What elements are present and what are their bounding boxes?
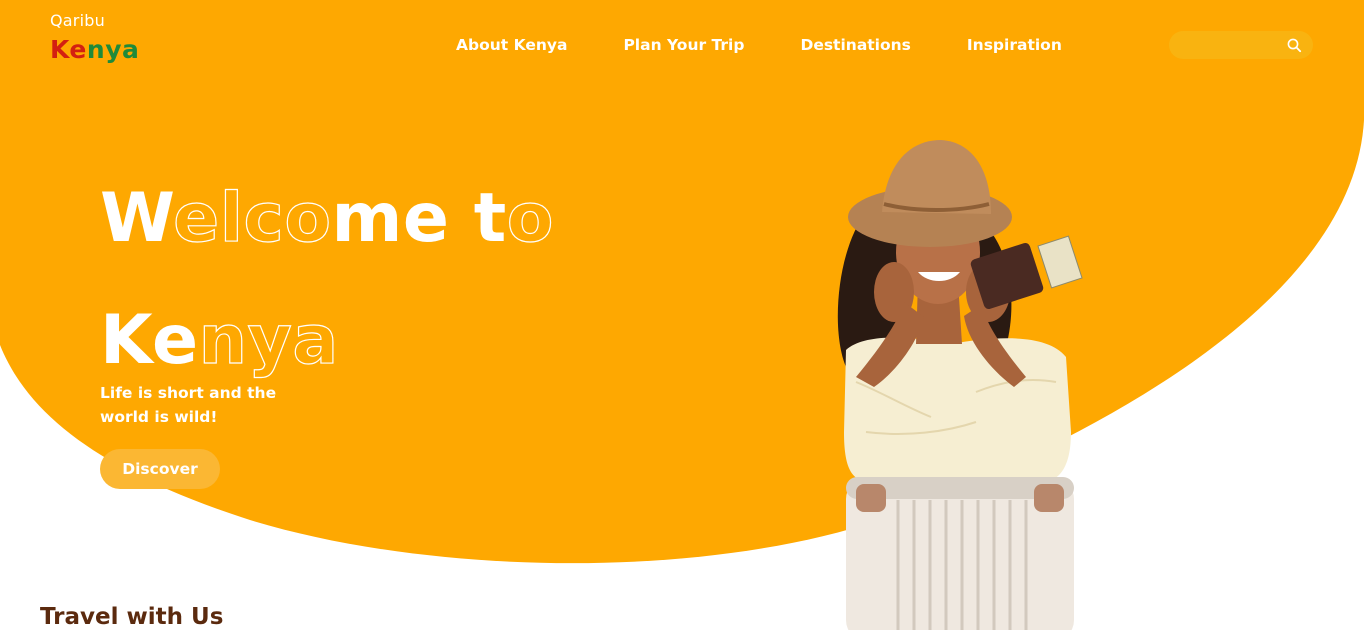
nav-destinations[interactable]: Destinations (800, 35, 910, 55)
brand-name-part1: Ke (50, 35, 87, 64)
brand-tagline: Qaribu (50, 11, 105, 30)
brand-name: Kenya (50, 34, 139, 66)
hero-title-segment: Ke (100, 301, 199, 380)
hero-title-segment: W (100, 179, 174, 258)
nav-plan-your-trip[interactable]: Plan Your Trip (623, 35, 744, 55)
hero-title-segment: o (506, 178, 554, 258)
nav-about-kenya[interactable]: About Kenya (456, 35, 567, 55)
section-title-travel: Travel with Us (40, 604, 224, 630)
search-icon[interactable] (1286, 37, 1303, 54)
discover-button[interactable]: Discover (100, 449, 220, 489)
hero-title-segment: elco (172, 178, 332, 258)
nav-inspiration[interactable]: Inspiration (967, 35, 1062, 55)
main-nav: About Kenya Plan Your Trip Destinations … (456, 35, 1062, 55)
hero-subtitle: Life is short and the world is wild! (100, 384, 277, 426)
hero-title-segment: nya (198, 300, 339, 380)
hero-title-line-1: Welcome to (100, 158, 554, 280)
search-box (1169, 31, 1313, 59)
hero-title: Welcome to Kenya (100, 158, 554, 402)
hero-title-segment: me t (331, 179, 507, 258)
traveler-image (837, 140, 1083, 630)
brand-name-part2: nya (86, 35, 140, 64)
search-input[interactable] (1181, 35, 1281, 55)
brand-logo[interactable]: Qaribu Kenya (50, 11, 139, 66)
